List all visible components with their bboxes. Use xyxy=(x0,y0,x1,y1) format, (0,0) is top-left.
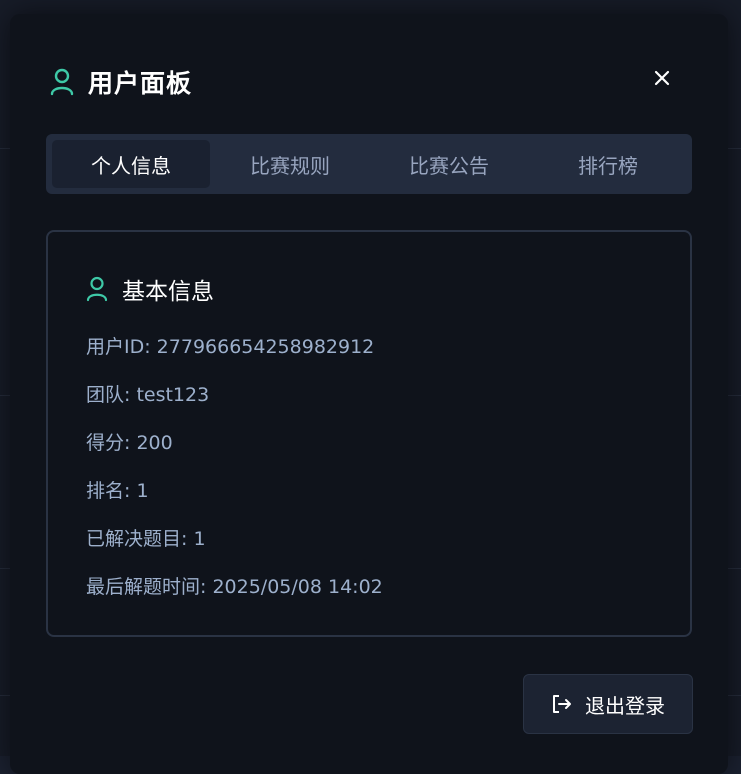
info-rank: 排名: 1 xyxy=(86,480,149,502)
tab-rules[interactable]: 比赛规则 xyxy=(211,140,369,188)
dialog-title: 用户面板 xyxy=(88,69,193,98)
info-user-id: 用户ID: 277966654258982912 xyxy=(86,336,375,358)
basic-info-card: 基本信息 用户ID: 277966654258982912 团队: test12… xyxy=(46,230,692,637)
logout-button[interactable]: 退出登录 xyxy=(523,674,693,734)
user-panel-dialog: 用户面板 个人信息 比赛规则 比赛公告 排行榜 基本信息 用户ID: 27796… xyxy=(10,14,728,774)
tab-bar: 个人信息 比赛规则 比赛公告 排行榜 xyxy=(46,134,692,194)
close-icon xyxy=(653,69,671,91)
tab-leaderboard[interactable]: 排行榜 xyxy=(529,140,687,188)
tab-announcements[interactable]: 比赛公告 xyxy=(370,140,528,188)
info-score: 得分: 200 xyxy=(86,432,173,454)
info-last-solve-time: 最后解题时间: 2025/05/08 14:02 xyxy=(86,576,383,598)
close-button[interactable] xyxy=(650,68,674,92)
logout-icon xyxy=(551,693,573,715)
info-solved: 已解决题目: 1 xyxy=(86,528,206,550)
dialog-header: 用户面板 xyxy=(50,64,192,100)
card-header: 基本信息 xyxy=(86,272,214,306)
card-title: 基本信息 xyxy=(122,279,214,305)
tab-personal-info[interactable]: 个人信息 xyxy=(52,140,210,188)
user-icon xyxy=(86,276,108,302)
info-team: 团队: test123 xyxy=(86,384,210,406)
logout-label: 退出登录 xyxy=(585,693,665,718)
user-icon xyxy=(50,68,74,96)
